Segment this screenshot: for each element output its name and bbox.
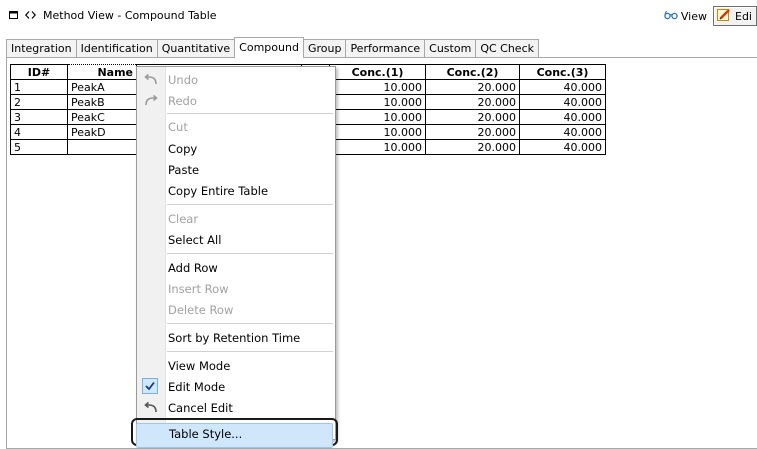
menu-label-redo: Redo xyxy=(168,94,197,108)
header-conc1[interactable]: Conc.(1) xyxy=(329,64,426,80)
tab-qc-check[interactable]: QC Check xyxy=(475,39,539,58)
edit-pencil-icon xyxy=(717,8,731,24)
menu-label-cancel-edit: Cancel Edit xyxy=(168,401,233,415)
menu-item-cut[interactable]: Cut xyxy=(137,117,335,137)
edit-button[interactable]: Edi xyxy=(713,6,757,26)
menu-item-undo[interactable]: Undo xyxy=(137,70,335,90)
menu-item-add-row[interactable]: Add Row xyxy=(137,258,335,278)
menu-item-cancel-edit[interactable]: Cancel Edit xyxy=(137,398,335,418)
menu-separator xyxy=(167,253,333,254)
tab-performance[interactable]: Performance xyxy=(345,39,426,58)
menu-label-sort: Sort by Retention Time xyxy=(168,331,301,345)
tab-group[interactable]: Group xyxy=(302,39,347,58)
cell-name[interactable]: PeakB xyxy=(67,94,137,110)
menu-item-clear[interactable]: Clear xyxy=(137,209,335,229)
menu-label-delete-row: Delete Row xyxy=(168,303,234,317)
cell-conc3[interactable]: 40.000 xyxy=(519,139,606,155)
menu-label-copy-entire-table: Copy Entire Table xyxy=(168,184,269,198)
menu-label-edit-mode: Edit Mode xyxy=(168,380,226,394)
menu-item-sort-by-retention-time[interactable]: Sort by Retention Time xyxy=(137,328,335,348)
tab-strip: Integration Identification Quantitative … xyxy=(6,37,539,58)
title-actions: View Edi xyxy=(664,6,757,26)
cell-id[interactable]: 3 xyxy=(10,109,68,125)
header-id[interactable]: ID# xyxy=(10,64,68,80)
header-conc2[interactable]: Conc.(2) xyxy=(425,64,520,80)
menu-item-edit-mode[interactable]: Edit Mode xyxy=(137,377,335,397)
tab-identification[interactable]: Identification xyxy=(75,39,158,58)
tab-integration[interactable]: Integration xyxy=(6,39,77,58)
menu-separator xyxy=(167,351,333,352)
title-group: Method View - Compound Table xyxy=(9,9,217,22)
menu-label-clear: Clear xyxy=(168,212,199,226)
view-button[interactable]: View xyxy=(664,10,707,23)
menu-item-select-all[interactable]: Select All xyxy=(137,230,335,250)
menu-separator xyxy=(167,323,333,324)
cell-conc2[interactable]: 20.000 xyxy=(425,124,520,140)
menu-item-paste[interactable]: Paste xyxy=(137,160,335,180)
code-icon[interactable] xyxy=(24,9,37,22)
cell-conc2[interactable]: 20.000 xyxy=(425,139,520,155)
cell-id[interactable]: 1 xyxy=(10,79,68,95)
menu-item-insert-row[interactable]: Insert Row xyxy=(137,279,335,299)
glasses-icon xyxy=(664,10,678,23)
menu-label-copy: Copy xyxy=(168,142,198,156)
menu-item-copy-entire-table[interactable]: Copy Entire Table xyxy=(137,181,335,201)
tab-compound[interactable]: Compound xyxy=(234,37,304,58)
menu-label-select-all: Select All xyxy=(168,233,222,247)
cell-name[interactable]: PeakA xyxy=(67,79,137,95)
menu-label-add-row: Add Row xyxy=(168,261,218,275)
edit-label: Edi xyxy=(735,9,752,23)
tab-quantitative[interactable]: Quantitative xyxy=(156,39,236,58)
menu-label-table-style: Table Style... xyxy=(169,427,243,441)
menu-item-redo[interactable]: Redo xyxy=(137,91,335,111)
menu-item-table-style[interactable]: Table Style... xyxy=(131,418,338,448)
tab-custom[interactable]: Custom xyxy=(424,39,477,58)
cell-conc1[interactable]: 10.000 xyxy=(329,124,426,140)
cell-conc2[interactable]: 20.000 xyxy=(425,109,520,125)
cell-name[interactable] xyxy=(67,139,137,155)
header-conc3[interactable]: Conc.(3) xyxy=(519,64,606,80)
menu-item-view-mode[interactable]: View Mode xyxy=(137,356,335,376)
redo-icon xyxy=(143,94,159,108)
cell-conc3[interactable]: 40.000 xyxy=(519,124,606,140)
cancel-undo-icon xyxy=(143,401,159,415)
cell-conc2[interactable]: 20.000 xyxy=(425,79,520,95)
title-bar: Method View - Compound Table View Edi xyxy=(0,0,757,34)
header-name[interactable]: Name xyxy=(67,64,137,80)
cell-conc1[interactable]: 10.000 xyxy=(329,94,426,110)
view-label: View xyxy=(680,9,707,23)
menu-label-cut: Cut xyxy=(168,120,188,134)
cell-id[interactable]: 5 xyxy=(10,139,68,155)
window-title: Method View - Compound Table xyxy=(43,9,217,22)
cell-name[interactable]: PeakD xyxy=(67,124,137,140)
menu-label-view-mode: View Mode xyxy=(168,359,231,373)
check-icon xyxy=(142,378,158,394)
cell-id[interactable]: 2 xyxy=(10,94,68,110)
window-icon xyxy=(9,9,18,22)
cell-conc1[interactable]: 10.000 xyxy=(329,79,426,95)
menu-label-insert-row: Insert Row xyxy=(168,282,229,296)
cell-conc1[interactable]: 10.000 xyxy=(329,109,426,125)
cell-name[interactable]: PeakC xyxy=(67,109,137,125)
menu-label-undo: Undo xyxy=(168,73,199,87)
menu-label-paste: Paste xyxy=(168,163,200,177)
cell-conc1[interactable]: 10.000 xyxy=(329,139,426,155)
undo-icon xyxy=(143,73,159,87)
cell-conc2[interactable]: 20.000 xyxy=(425,94,520,110)
menu-separator xyxy=(167,204,333,205)
context-menu: Undo Redo Cut Copy Paste Copy Entire Tab… xyxy=(136,66,336,440)
cell-conc3[interactable]: 40.000 xyxy=(519,109,606,125)
menu-item-copy[interactable]: Copy xyxy=(137,139,335,159)
cell-conc3[interactable]: 40.000 xyxy=(519,79,606,95)
cell-id[interactable]: 4 xyxy=(10,124,68,140)
cell-conc3[interactable]: 40.000 xyxy=(519,94,606,110)
menu-item-delete-row[interactable]: Delete Row xyxy=(137,300,335,320)
menu-separator xyxy=(167,113,333,114)
